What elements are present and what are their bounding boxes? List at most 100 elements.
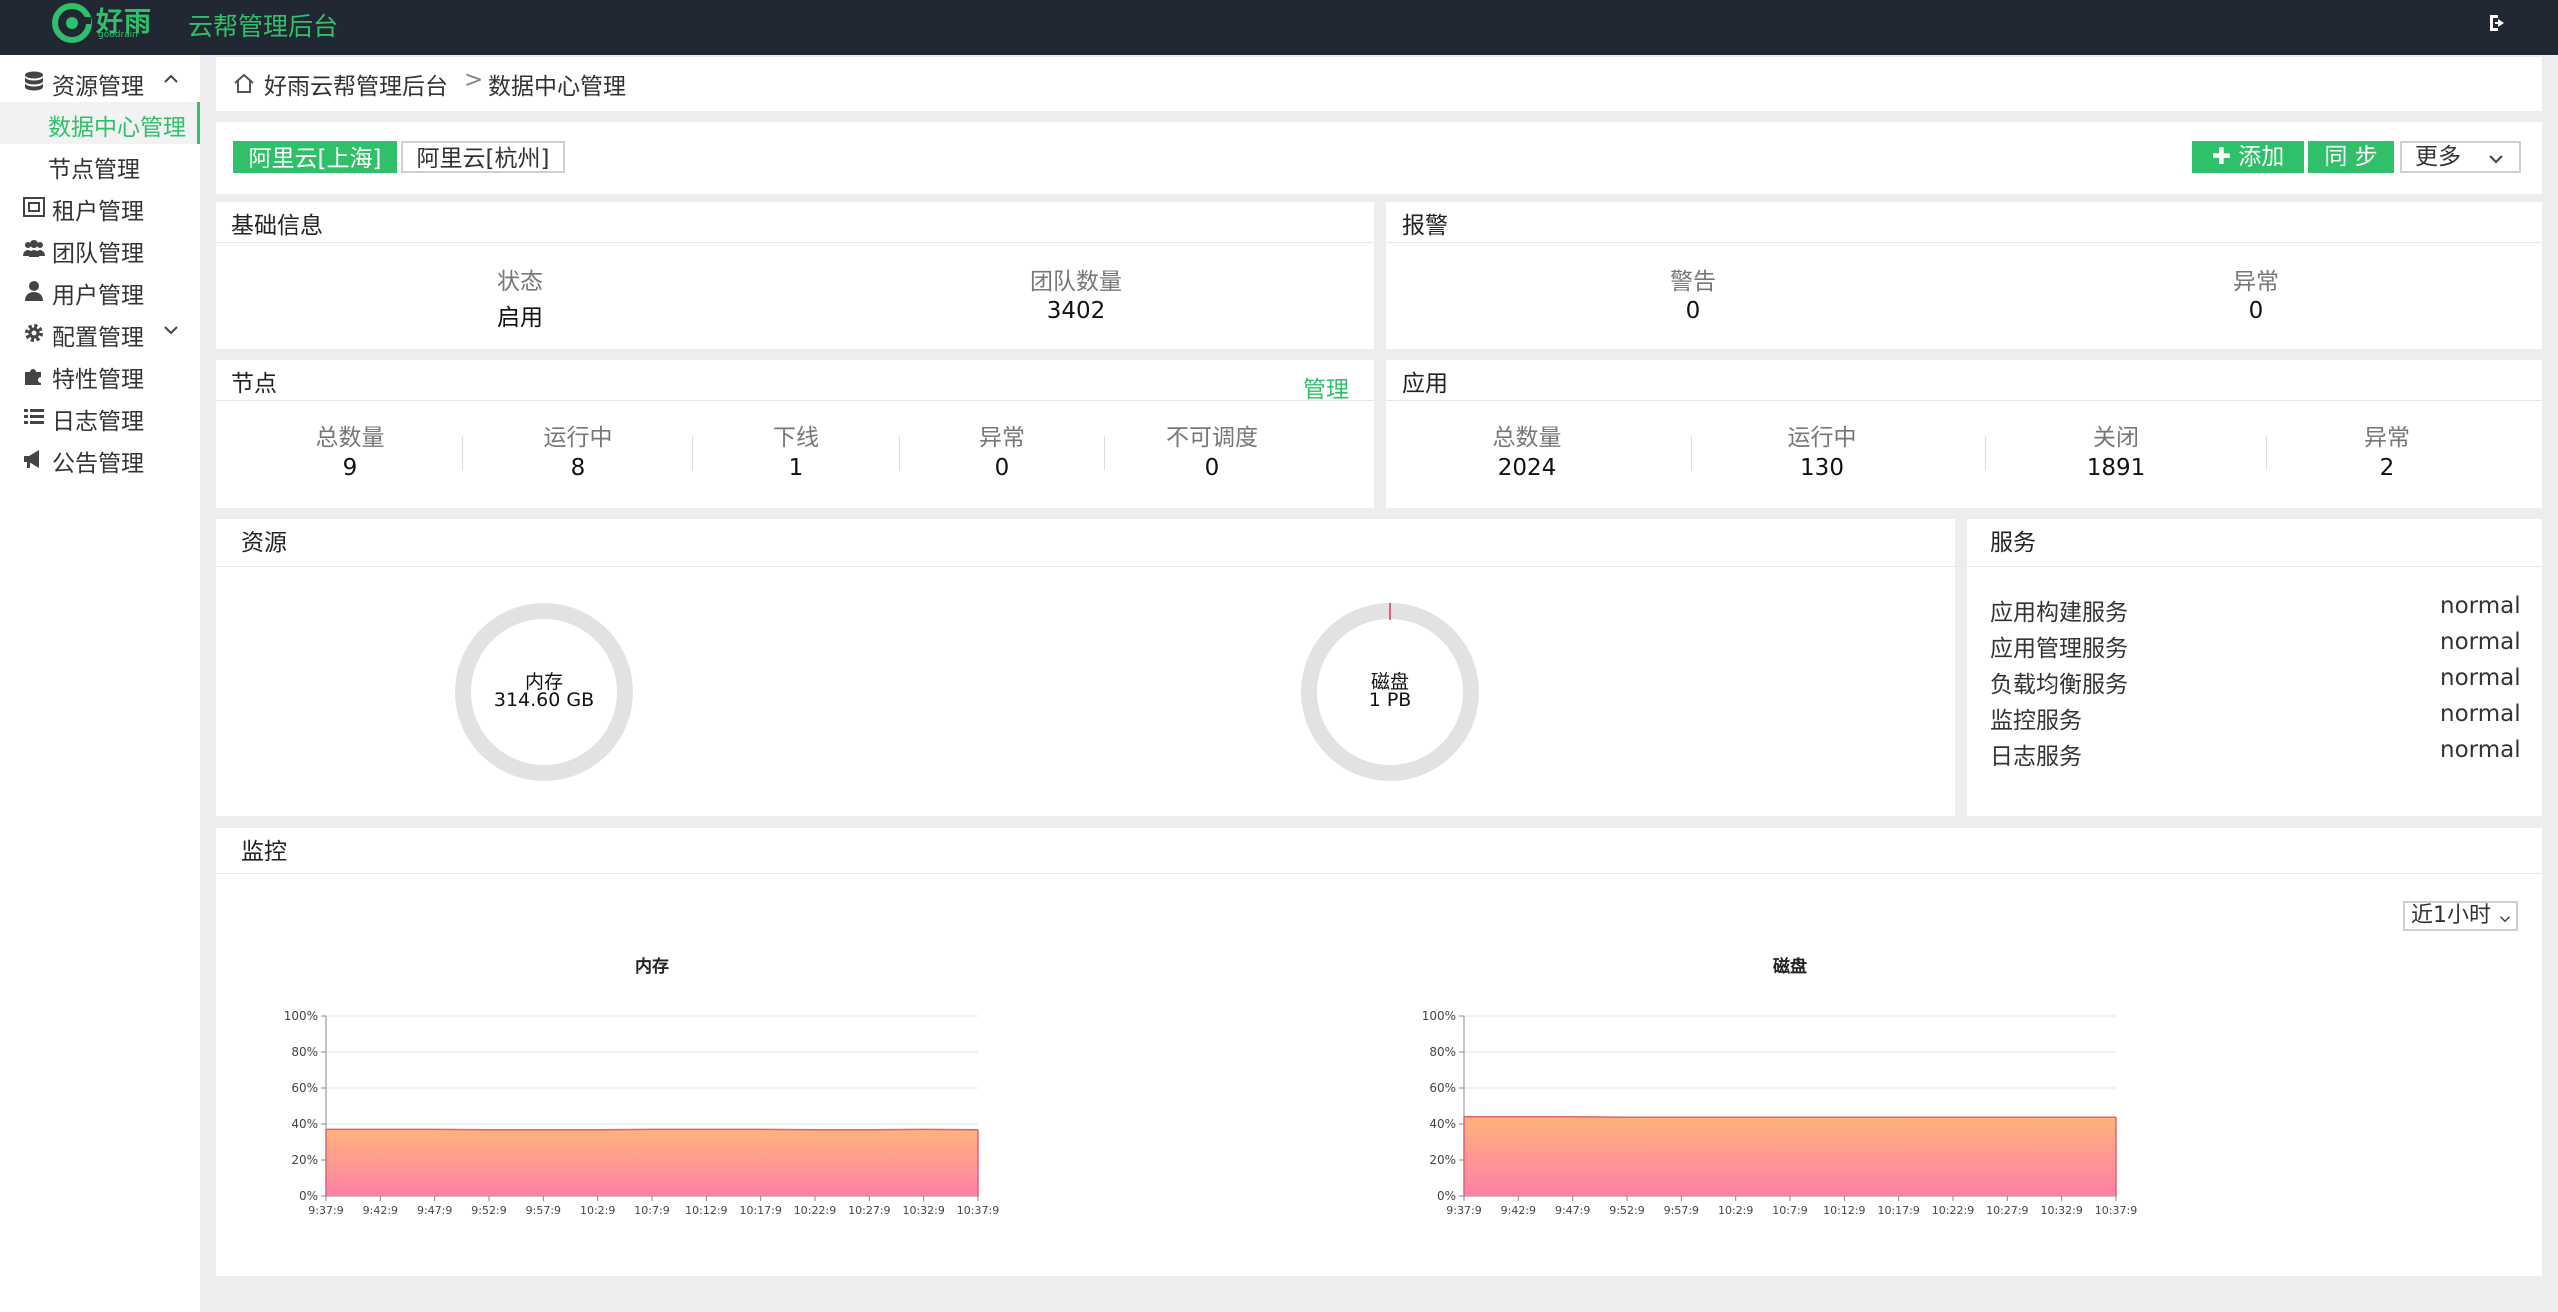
divider (216, 873, 2542, 874)
memory-donut-value: 314.60 GB (493, 689, 595, 711)
more-dropdown[interactable]: 更多 (2400, 141, 2521, 173)
app-stopped-value: 1891 (2086, 455, 2146, 481)
service-name: 应用构建服务 (1990, 600, 2128, 626)
sidebar-item-users[interactable]: 用户管理 (0, 270, 200, 312)
logo-subtext: goodrain (98, 30, 138, 40)
panel-title: 服务 (1990, 530, 2036, 556)
y-tick-label: 40% (291, 1117, 318, 1131)
bullhorn-icon (24, 450, 39, 468)
more-label: 更多 (2415, 144, 2461, 170)
sidebar-sub-nodes[interactable]: 节点管理 (0, 144, 200, 186)
app-total-label: 总数量 (1492, 425, 1562, 451)
x-tick-label: 9:57:9 (1664, 1204, 1699, 1217)
app-stopped-label: 关闭 (2093, 425, 2139, 451)
time-range-select[interactable]: 近1小时 (2403, 901, 2518, 931)
panel-title: 资源 (241, 530, 287, 556)
divider (2266, 436, 2267, 470)
divider (1691, 436, 1692, 470)
sidebar-item-features[interactable]: 特性管理 (0, 354, 200, 396)
app-total-value: 2024 (1497, 455, 1557, 481)
area-fill (326, 1129, 978, 1196)
panel-title: 节点 (231, 371, 277, 397)
panel-title: 应用 (1402, 371, 1448, 397)
tab-aliyun-shanghai[interactable]: 阿里云[上海] (233, 141, 397, 173)
y-tick-label: 60% (291, 1081, 318, 1095)
x-tick-label: 10:17:9 (1877, 1204, 1919, 1217)
breadcrumb-home[interactable]: 好雨云帮管理后台 (264, 67, 448, 101)
x-tick-label: 10:12:9 (685, 1204, 727, 1217)
node-total-value: 9 (342, 455, 358, 481)
apps-panel: 应用 总数量 2024 运行中 130 关闭 1891 异常 2 (1386, 360, 2542, 508)
sidebar-item-logs[interactable]: 日志管理 (0, 396, 200, 438)
chart-title: 内存 (635, 956, 669, 977)
y-tick-label: 40% (1429, 1117, 1456, 1131)
status-label: 状态 (497, 269, 543, 295)
top-bar: 好雨 goodrain 云帮管理后台 (0, 0, 2558, 55)
sync-button[interactable]: 同 步 (2308, 141, 2394, 173)
nodes-panel: 节点 管理 总数量 9 运行中 8 下线 1 异常 0 不可调度 0 (216, 360, 1374, 508)
app-running-label: 运行中 (1787, 425, 1857, 451)
chart-title: 磁盘 (1773, 956, 1807, 977)
service-status: normal (2440, 593, 2521, 619)
panel-title: 监控 (241, 839, 287, 865)
sidebar-item-tenants[interactable]: 租户管理 (0, 186, 200, 228)
sidebar-item-resources[interactable]: 资源管理 (0, 61, 200, 103)
basic-info-panel: 基础信息 状态 启用 团队数量 3402 (216, 202, 1374, 349)
node-offline-value: 1 (788, 455, 804, 481)
x-tick-label: 10:27:9 (848, 1204, 890, 1217)
sidebar-sub-datacenter[interactable]: 数据中心管理 (0, 102, 200, 144)
sidebar-item-announcements[interactable]: 公告管理 (0, 438, 200, 480)
x-tick-label: 10:2:9 (1718, 1204, 1753, 1217)
sidebar-item-label: 租户管理 (52, 199, 144, 225)
memory-chart: 内存 0% 20% 40% 60% 80% 100% 9:37:9 9:42:9 9:47:9 9:… (284, 956, 1000, 1217)
warn-value: 0 (1685, 298, 1701, 324)
warn-label: 警告 (1670, 269, 1716, 295)
error-label: 异常 (2233, 269, 2279, 295)
nodes-manage-link[interactable]: 管理 (1303, 370, 1349, 404)
tab-aliyun-hangzhou[interactable]: 阿里云[杭州] (401, 141, 565, 173)
service-status: normal (2440, 737, 2521, 763)
node-total-label: 总数量 (315, 425, 385, 451)
service-name: 应用管理服务 (1990, 636, 2128, 662)
teams-value: 3402 (1046, 298, 1106, 324)
chevron-down-icon (2489, 155, 2503, 164)
panel-title: 报警 (1402, 213, 1448, 239)
home-icon[interactable] (232, 72, 256, 94)
x-tick-label: 10:22:9 (794, 1204, 836, 1217)
divider (692, 436, 693, 470)
y-tick-label: 20% (291, 1153, 318, 1167)
chevron-down-icon (164, 326, 178, 335)
x-tick-label: 10:12:9 (1823, 1204, 1865, 1217)
node-unschedulable-label: 不可调度 (1166, 425, 1258, 451)
y-tick-label: 60% (1429, 1081, 1456, 1095)
x-tick-label: 10:32:9 (2040, 1204, 2082, 1217)
service-status: normal (2440, 629, 2521, 655)
y-tick-label: 20% (1429, 1153, 1456, 1167)
x-tick-label: 9:52:9 (471, 1204, 506, 1217)
node-running-value: 8 (570, 455, 586, 481)
area-fill (1464, 1116, 2116, 1196)
x-tick-label: 9:52:9 (1609, 1204, 1644, 1217)
service-name: 负载均衡服务 (1990, 672, 2128, 698)
puzzle-icon (25, 369, 41, 385)
logo[interactable]: 好雨 goodrain (52, 2, 162, 46)
service-name: 日志服务 (1990, 744, 2082, 770)
x-tick-label: 10:2:9 (580, 1204, 615, 1217)
sidebar-item-config[interactable]: 配置管理 (0, 312, 200, 354)
x-tick-label: 10:27:9 (1986, 1204, 2028, 1217)
disk-donut-value: 1 PB (1368, 689, 1412, 711)
node-offline-label: 下线 (773, 425, 819, 451)
node-running-label: 运行中 (543, 425, 613, 451)
sidebar-item-label: 资源管理 (52, 74, 144, 100)
panel-title: 基础信息 (231, 213, 323, 239)
sidebar-item-teams[interactable]: 团队管理 (0, 228, 200, 270)
logout-icon[interactable] (2486, 11, 2510, 35)
sidebar-sub-label: 数据中心管理 (48, 115, 186, 141)
y-tick-label: 100% (284, 1009, 318, 1023)
add-button[interactable]: ✚ 添加 (2192, 141, 2304, 173)
y-tick-label: 80% (291, 1045, 318, 1059)
sidebar-item-label: 公告管理 (52, 451, 144, 477)
app-error-value: 2 (2379, 455, 2395, 481)
breadcrumb-current: 数据中心管理 (488, 74, 626, 100)
sidebar-item-label: 团队管理 (52, 241, 144, 267)
